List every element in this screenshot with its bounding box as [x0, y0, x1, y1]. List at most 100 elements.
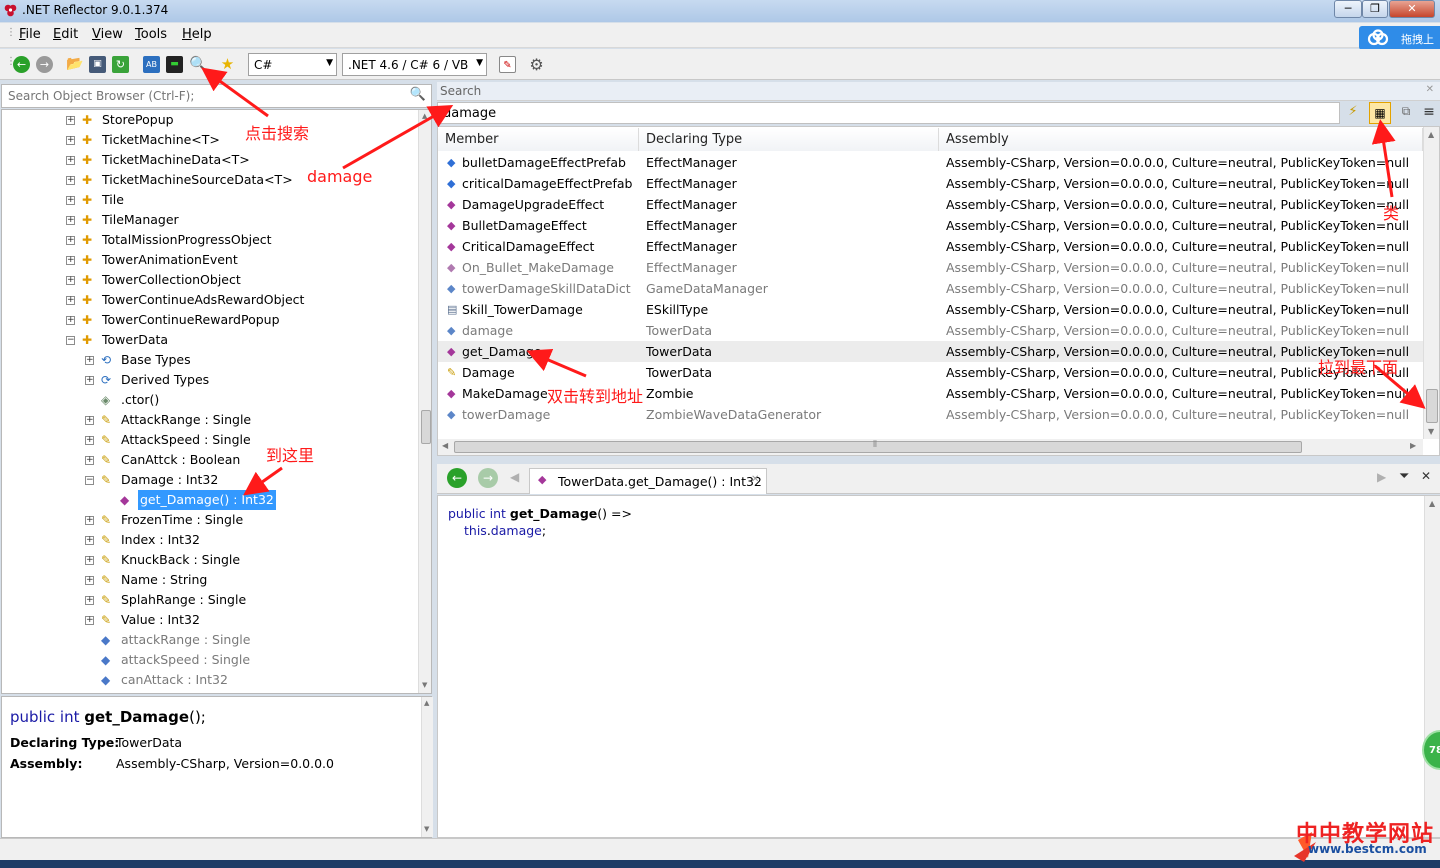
tree-node[interactable]: + ✚ TowerCollectionObject — [2, 270, 418, 290]
results-hscroll-thumb[interactable]: ⦀ — [454, 440, 1302, 453]
expand-icon[interactable]: + — [66, 176, 75, 185]
menu-file[interactable]: File — [19, 27, 41, 42]
tree-node[interactable]: ◆ attackRange : Single — [2, 630, 418, 650]
result-row[interactable]: ◆ towerDamageSkillDataDict GameDataManager… — [438, 278, 1423, 299]
tree-node[interactable]: + ✚ TowerAnimationEvent — [2, 250, 418, 270]
refresh-icon[interactable]: ↻ — [112, 56, 129, 73]
result-row[interactable]: ◆ On_Bullet_MakeDamage EffectManager Assemb… — [438, 257, 1423, 278]
tab-list-icon[interactable]: ⏷ — [1399, 469, 1409, 484]
close-button[interactable]: ✕ — [1389, 0, 1435, 18]
analyzer-icon[interactable]: AB — [143, 56, 160, 73]
menu-edit[interactable]: Edit — [53, 27, 78, 42]
tree-node[interactable]: ◆ attackSpeed : Single — [2, 650, 418, 670]
search-type-icon[interactable]: ▦ — [1369, 102, 1391, 124]
result-row[interactable]: ◆ BulletDamageEffect EffectManager Assembly… — [438, 215, 1423, 236]
search-icon[interactable]: 🔍 — [189, 56, 208, 73]
result-row[interactable]: ▤ Skill_TowerDamage ESkillType Assembly-CSh… — [438, 299, 1423, 320]
tree-node[interactable]: + ✎ Value : Int32 — [2, 610, 418, 630]
expand-icon[interactable]: + — [66, 136, 75, 145]
tree-scrollbar[interactable]: ▲ ▼ — [418, 110, 431, 693]
minimize-button[interactable]: ─ — [1334, 0, 1362, 18]
maximize-button[interactable]: ❐ — [1362, 0, 1388, 18]
tree-node[interactable]: + ✎ AttackSpeed : Single — [2, 430, 418, 450]
expand-icon[interactable]: + — [85, 416, 94, 425]
code-scrollbar[interactable]: ▲ — [1424, 496, 1440, 837]
expand-icon[interactable]: + — [85, 436, 94, 445]
object-browser-search[interactable]: 🔍 — [1, 84, 432, 108]
collapse-icon[interactable]: − — [85, 476, 94, 485]
expand-icon[interactable]: + — [66, 316, 75, 325]
search-query-box[interactable] — [437, 102, 1340, 124]
language-select[interactable]: C# ▼ — [248, 53, 337, 76]
code-method-name[interactable]: get_Damage — [510, 506, 597, 521]
expand-icon[interactable]: + — [66, 256, 75, 265]
expand-icon[interactable]: + — [66, 156, 75, 165]
expand-icon[interactable]: + — [85, 376, 94, 385]
tree-node[interactable]: + ✚ TotalMissionProgressObject — [2, 230, 418, 250]
tab-code-get-damage[interactable]: ◆ TowerData.get_Damage() : Int32 ✕ — [529, 468, 767, 494]
tree-node[interactable]: ◆ get_Damage() : Int32 — [2, 490, 418, 510]
scroll-up-icon[interactable]: ▲ — [1428, 130, 1434, 139]
column-assembly[interactable]: Assembly — [939, 128, 1423, 151]
close-icon[interactable]: ✕ — [1426, 84, 1434, 95]
open-folder-icon[interactable]: 📂 — [66, 56, 83, 73]
result-row[interactable]: ◆ towerDamage ZombieWaveDataGenerator Assem… — [438, 404, 1423, 425]
expand-icon[interactable]: + — [85, 616, 94, 625]
code-view[interactable]: public int get_Damage() => this.damage; … — [437, 495, 1440, 838]
menu-tools[interactable]: Tools — [135, 27, 167, 42]
expand-icon[interactable]: + — [85, 516, 94, 525]
forward-icon[interactable]: → — [36, 56, 53, 73]
column-declaring-type[interactable]: Declaring Type — [639, 128, 939, 151]
framework-select[interactable]: .NET 4.6 / C# 6 / VB ▼ — [342, 53, 487, 76]
tree-node[interactable]: + ✚ TicketMachine<T> — [2, 130, 418, 150]
menu-help[interactable]: Help — [182, 27, 212, 42]
code-forward-icon[interactable]: → — [478, 468, 498, 488]
results-vscroll-thumb[interactable] — [1426, 389, 1438, 423]
expand-icon[interactable]: + — [66, 116, 75, 125]
search-exact-icon[interactable]: ⧉ — [1397, 104, 1415, 122]
scroll-down-icon[interactable]: ▼ — [424, 825, 429, 833]
disassembler-icon[interactable]: ▬ — [166, 56, 183, 73]
details-scrollbar[interactable]: ▲ ▼ — [421, 697, 433, 837]
expand-icon[interactable]: + — [85, 356, 94, 365]
code-back-icon[interactable]: ← — [447, 468, 467, 488]
scroll-up-icon[interactable]: ▲ — [1429, 499, 1435, 508]
expand-icon[interactable]: + — [66, 296, 75, 305]
tree-node[interactable]: + ✎ SplahRange : Single — [2, 590, 418, 610]
tree-node[interactable]: ◈ .ctor() — [2, 390, 418, 410]
expand-icon[interactable]: + — [66, 236, 75, 245]
back-icon[interactable]: ← — [13, 56, 30, 73]
close-code-icon[interactable]: ✕ — [1421, 469, 1431, 483]
expand-icon[interactable]: + — [85, 596, 94, 605]
result-row[interactable]: ◆ CriticalDamageEffect EffectManager Assemb… — [438, 236, 1423, 257]
tree-node[interactable]: + ✚ TileManager — [2, 210, 418, 230]
assembly-link[interactable]: Assembly-CSharp, Version=0.0.0.0 — [116, 756, 334, 771]
tree-node[interactable]: + ✎ CanAttck : Boolean — [2, 450, 418, 470]
code-field-link[interactable]: damage — [491, 523, 542, 538]
tree-node[interactable]: + ✎ Index : Int32 — [2, 530, 418, 550]
search-member-icon[interactable]: ⚡ — [1344, 104, 1362, 122]
tree-node[interactable]: + ✎ Name : String — [2, 570, 418, 590]
result-row[interactable]: ◆ bulletDamageEffectPrefab EffectManager As… — [438, 152, 1423, 173]
tree-node[interactable]: − ✎ Damage : Int32 — [2, 470, 418, 490]
tree-node[interactable]: + ⟲ Base Types — [2, 350, 418, 370]
result-row[interactable]: ◆ DamageUpgradeEffect EffectManager Assembl… — [438, 194, 1423, 215]
result-row[interactable]: ◆ damage TowerData Assembly-CSharp, Version… — [438, 320, 1423, 341]
scroll-left-icon[interactable]: ◀ — [442, 441, 448, 450]
tree-node[interactable]: + ✚ StorePopup — [2, 110, 418, 130]
tab-scroll-right-icon[interactable]: ▶ — [1377, 470, 1386, 484]
tree-node[interactable]: + ✎ FrozenTime : Single — [2, 510, 418, 530]
tree-node[interactable]: + ⟳ Derived Types — [2, 370, 418, 390]
search-query-input[interactable] — [441, 104, 1331, 122]
object-browser-search-input[interactable] — [6, 86, 406, 106]
tree-scroll-thumb[interactable] — [421, 410, 431, 444]
tree-node[interactable]: + ✚ Tile — [2, 190, 418, 210]
column-member[interactable]: Member — [438, 128, 639, 151]
expand-icon[interactable]: + — [85, 576, 94, 585]
expand-icon[interactable]: + — [66, 196, 75, 205]
notes-icon[interactable]: ✎ — [499, 56, 516, 73]
scroll-down-icon[interactable]: ▼ — [1428, 427, 1434, 436]
expand-icon[interactable]: + — [66, 276, 75, 285]
expand-icon[interactable]: + — [85, 556, 94, 565]
result-row[interactable]: ✎ Damage TowerData Assembly-CSharp, Version… — [438, 362, 1423, 383]
